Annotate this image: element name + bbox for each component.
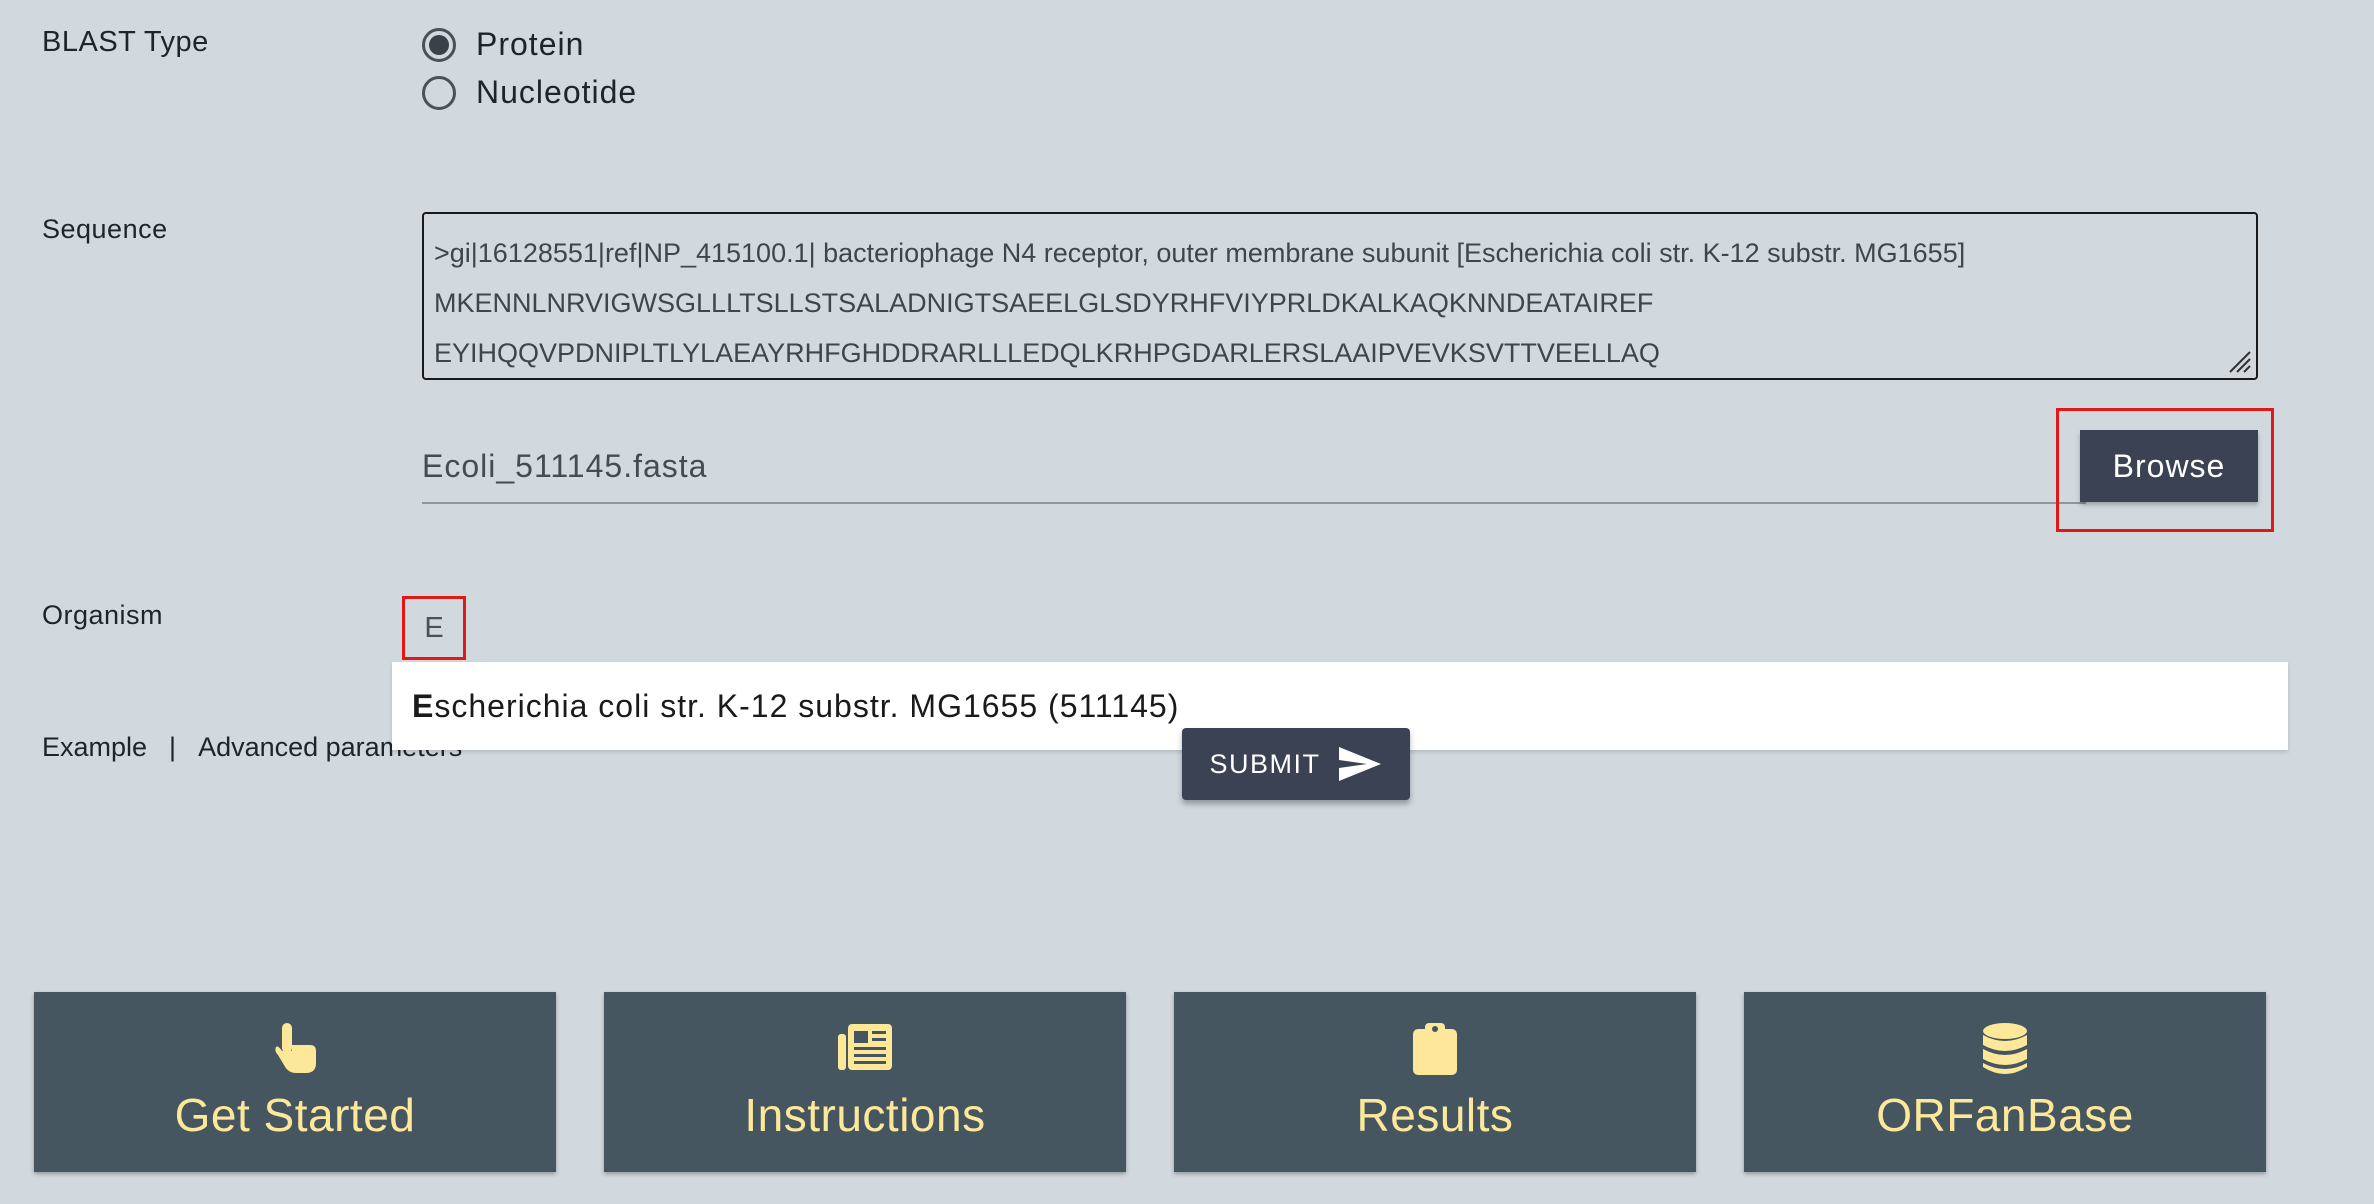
organism-input[interactable]: E (402, 596, 466, 660)
blast-type-label: BLAST Type (42, 26, 209, 58)
orfanbase-card[interactable]: ORFanBase (1744, 992, 2266, 1172)
results-card[interactable]: Results (1174, 992, 1696, 1172)
example-link[interactable]: Example (42, 732, 147, 763)
nucleotide-radio[interactable]: Nucleotide (422, 74, 637, 111)
resize-grip-icon[interactable] (2226, 348, 2252, 374)
radio-unchecked-icon[interactable] (422, 75, 456, 110)
submit-label: SUBMIT (1209, 748, 1321, 779)
get-started-card[interactable]: Get Started (34, 992, 556, 1172)
protein-radio-label: Protein (476, 26, 585, 62)
organism-input-value: E (424, 611, 444, 644)
autocomplete-match: E (412, 687, 435, 724)
sequence-line: MKENNLNRVIGWSGLLLTSLLSTSALADNIGTSAEELGLS… (434, 288, 1654, 318)
nucleotide-radio-label: Nucleotide (476, 74, 638, 110)
card-title: Get Started (174, 1089, 416, 1141)
newspaper-icon (838, 1024, 892, 1070)
sequence-textarea[interactable]: >gi|16128551|ref|NP_415100.1| bacterioph… (422, 212, 2258, 380)
autocomplete-option[interactable]: Escherichia coli str. K-12 substr. MG165… (412, 688, 1179, 725)
card-title: Instructions (744, 1089, 986, 1141)
database-icon (1983, 1023, 2027, 1074)
sequence-line: >gi|16128551|ref|NP_415100.1| bacterioph… (434, 238, 1966, 268)
send-icon (1338, 747, 1381, 781)
sequence-line: EYIHQQVPDNIPLTLYLAEAYRHFGHDDRARLLLEDQLKR… (434, 338, 1660, 368)
organism-label: Organism (42, 600, 164, 630)
card-title: Results (1356, 1089, 1514, 1141)
hand-pointer-icon (275, 1023, 316, 1073)
card-title: ORFanBase (1876, 1089, 2134, 1141)
link-separator: | (169, 732, 177, 762)
radio-checked-icon[interactable] (422, 27, 456, 62)
submit-button[interactable]: SUBMIT (1182, 728, 1410, 800)
file-name: Ecoli_511145.fasta (422, 448, 708, 484)
instructions-card[interactable]: Instructions (604, 992, 1126, 1172)
autocomplete-rest: scherichia coli str. K-12 substr. MG1655… (434, 687, 1180, 724)
browse-button[interactable]: Browse (2080, 430, 2258, 502)
sequence-label: Sequence (42, 214, 168, 244)
clipboard-icon (1413, 1023, 1457, 1075)
file-input[interactable]: Ecoli_511145.fasta (422, 440, 2086, 504)
protein-radio[interactable]: Protein (422, 26, 584, 63)
